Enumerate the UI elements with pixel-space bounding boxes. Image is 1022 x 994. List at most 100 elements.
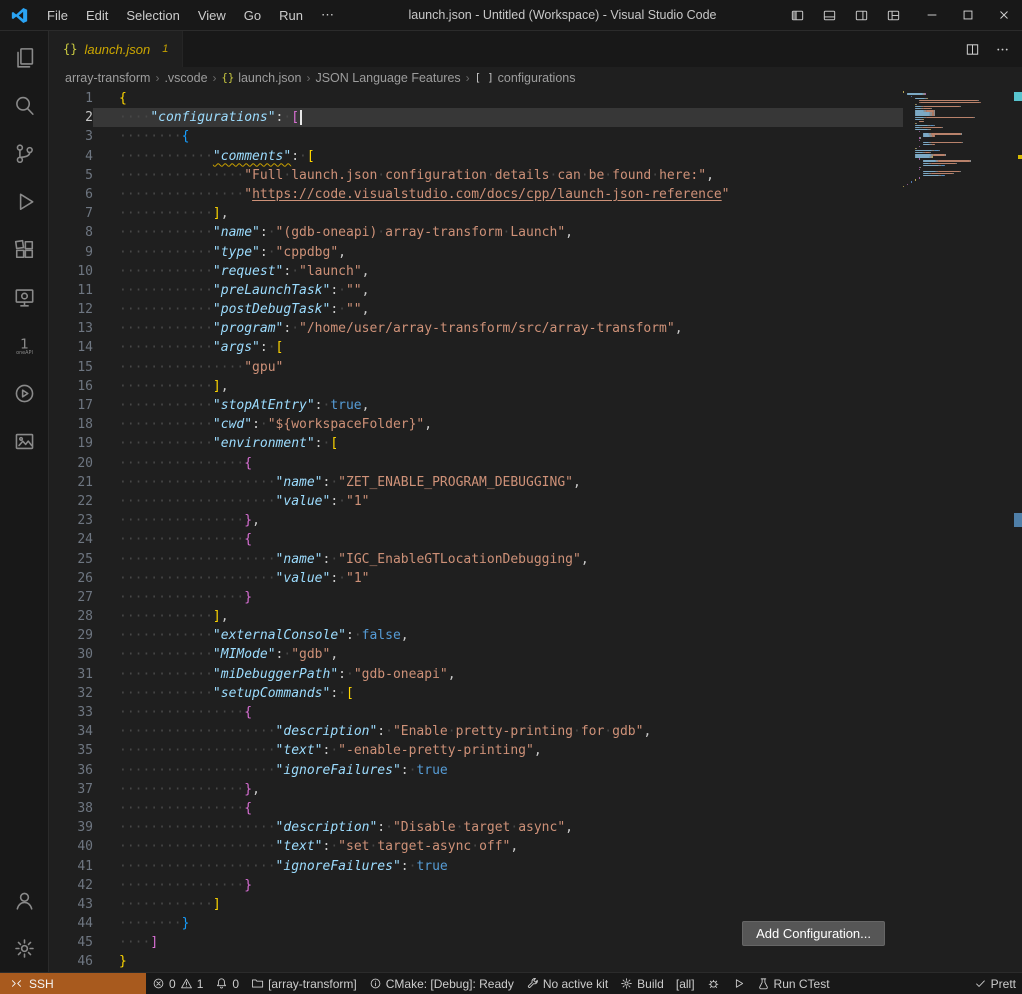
code-line-41[interactable]: 41····················"ignoreFailures":·… — [49, 857, 903, 876]
menu-file[interactable]: File — [38, 5, 77, 26]
code-line-46[interactable]: 46} — [49, 952, 903, 971]
code-line-29[interactable]: 29············"externalConsole":·false, — [49, 626, 903, 645]
code-line-3[interactable]: 3········{ — [49, 127, 903, 146]
more-actions-icon[interactable] — [994, 41, 1010, 57]
minimap[interactable] — [903, 91, 1014, 187]
line-number[interactable]: 29 — [49, 626, 93, 645]
breadcrumb-item-launch-json[interactable]: {}launch.json — [222, 71, 302, 85]
code-line-10[interactable]: 10············"request":·"launch", — [49, 262, 903, 281]
code-line-32[interactable]: 32············"setupCommands":·[ — [49, 684, 903, 703]
close-icon[interactable] — [986, 0, 1022, 30]
activity-run-circle-icon[interactable] — [0, 369, 48, 417]
line-number[interactable]: 30 — [49, 645, 93, 664]
line-number[interactable]: 18 — [49, 415, 93, 434]
status-cmake-build-target[interactable]: [all] — [670, 973, 701, 994]
code-line-4[interactable]: 4············"comments":·[ — [49, 147, 903, 166]
line-number[interactable]: 21 — [49, 473, 93, 492]
line-number[interactable]: 41 — [49, 857, 93, 876]
line-number[interactable]: 8 — [49, 223, 93, 242]
line-number[interactable]: 20 — [49, 454, 93, 473]
activity-extensions-icon[interactable] — [0, 225, 48, 273]
status-cmake-kit[interactable]: No active kit — [520, 973, 614, 994]
line-number[interactable]: 44 — [49, 914, 93, 933]
code-line-5[interactable]: 5················"Full·launch.json·confi… — [49, 166, 903, 185]
line-number[interactable]: 4 — [49, 147, 93, 166]
code-line-31[interactable]: 31············"miDebuggerPath":·"gdb-one… — [49, 665, 903, 684]
activity-image-preview-icon[interactable] — [0, 417, 48, 465]
line-number[interactable]: 31 — [49, 665, 93, 684]
menu-edit[interactable]: Edit — [77, 5, 117, 26]
line-number[interactable]: 37 — [49, 780, 93, 799]
activity-accounts-icon[interactable] — [0, 876, 48, 924]
line-number[interactable]: 17 — [49, 396, 93, 415]
status-prettier[interactable]: Prett — [968, 973, 1022, 994]
minimize-icon[interactable] — [914, 0, 950, 30]
line-number[interactable]: 3 — [49, 127, 93, 146]
code-line-25[interactable]: 25····················"name":·"IGC_Enabl… — [49, 550, 903, 569]
code-line-15[interactable]: 15················"gpu" — [49, 358, 903, 377]
activity-manage-icon[interactable] — [0, 924, 48, 972]
code-line-42[interactable]: 42················} — [49, 876, 903, 895]
breadcrumb-item-array-transform[interactable]: array-transform — [65, 71, 150, 85]
code-line-35[interactable]: 35····················"text":·"-enable-p… — [49, 741, 903, 760]
line-number[interactable]: 24 — [49, 530, 93, 549]
line-number[interactable]: 14 — [49, 338, 93, 357]
code-line-21[interactable]: 21····················"name":·"ZET_ENABL… — [49, 473, 903, 492]
code-line-39[interactable]: 39····················"description":·"Di… — [49, 818, 903, 837]
line-number[interactable]: 28 — [49, 607, 93, 626]
code-line-2[interactable]: 2····"configurations":·[ — [49, 108, 903, 127]
code-line-19[interactable]: 19············"environment":·[ — [49, 434, 903, 453]
code-line-8[interactable]: 8············"name":·"(gdb-oneapi)·array… — [49, 223, 903, 242]
code-line-20[interactable]: 20················{ — [49, 454, 903, 473]
code-line-12[interactable]: 12············"postDebugTask":·"", — [49, 300, 903, 319]
maximize-icon[interactable] — [950, 0, 986, 30]
line-number[interactable]: 1 — [49, 89, 93, 108]
menu-view[interactable]: View — [189, 5, 235, 26]
code-line-43[interactable]: 43············] — [49, 895, 903, 914]
status-notifications[interactable]: 0 — [209, 973, 245, 994]
code-area[interactable]: 1{2····"configurations":·[3········{4···… — [49, 89, 903, 972]
code-line-13[interactable]: 13············"program":·"/home/user/arr… — [49, 319, 903, 338]
line-number[interactable]: 22 — [49, 492, 93, 511]
code-line-24[interactable]: 24················{ — [49, 530, 903, 549]
code-line-33[interactable]: 33················{ — [49, 703, 903, 722]
code-line-14[interactable]: 14············"args":·[ — [49, 338, 903, 357]
line-number[interactable]: 25 — [49, 550, 93, 569]
line-number[interactable]: 33 — [49, 703, 93, 722]
customize-layout-icon[interactable] — [878, 2, 908, 28]
line-number[interactable]: 43 — [49, 895, 93, 914]
activity-explorer-icon[interactable] — [0, 33, 48, 81]
line-number[interactable]: 7 — [49, 204, 93, 223]
status-cmake-build[interactable]: Build — [614, 973, 670, 994]
editor[interactable]: 1{2····"configurations":·[3········{4···… — [49, 89, 1022, 972]
code-line-16[interactable]: 16············], — [49, 377, 903, 396]
activity-search-icon[interactable] — [0, 81, 48, 129]
line-number[interactable]: 46 — [49, 952, 93, 971]
menu-go[interactable]: Go — [235, 5, 270, 26]
line-number[interactable]: 40 — [49, 837, 93, 856]
line-number[interactable]: 13 — [49, 319, 93, 338]
menu-run[interactable]: Run — [270, 5, 312, 26]
line-number[interactable]: 35 — [49, 741, 93, 760]
code-line-11[interactable]: 11············"preLaunchTask":·"", — [49, 281, 903, 300]
menu-selection[interactable]: Selection — [117, 5, 188, 26]
line-number[interactable]: 2 — [49, 108, 93, 127]
breadcrumb-item--vscode[interactable]: .vscode — [164, 71, 207, 85]
breadcrumb-item-json-language-features[interactable]: JSON Language Features — [315, 71, 460, 85]
tab-launch-json[interactable]: {} launch.json 1 — [49, 31, 183, 67]
toggle-panel-icon[interactable] — [814, 2, 844, 28]
code-line-1[interactable]: 1{ — [49, 89, 903, 108]
line-number[interactable]: 27 — [49, 588, 93, 607]
line-number[interactable]: 23 — [49, 511, 93, 530]
code-line-40[interactable]: 40····················"text":·"set·targe… — [49, 837, 903, 856]
add-configuration-button[interactable]: Add Configuration... — [742, 921, 885, 946]
code-line-27[interactable]: 27················} — [49, 588, 903, 607]
line-number[interactable]: 42 — [49, 876, 93, 895]
status-cmake-launch[interactable] — [726, 973, 751, 994]
line-number[interactable]: 19 — [49, 434, 93, 453]
code-line-9[interactable]: 9············"type":·"cppdbg", — [49, 243, 903, 262]
code-line-37[interactable]: 37················}, — [49, 780, 903, 799]
status-ctest[interactable]: Run CTest — [751, 973, 836, 994]
code-line-17[interactable]: 17············"stopAtEntry":·true, — [49, 396, 903, 415]
code-line-6[interactable]: 6················"https://code.visualstu… — [49, 185, 903, 204]
